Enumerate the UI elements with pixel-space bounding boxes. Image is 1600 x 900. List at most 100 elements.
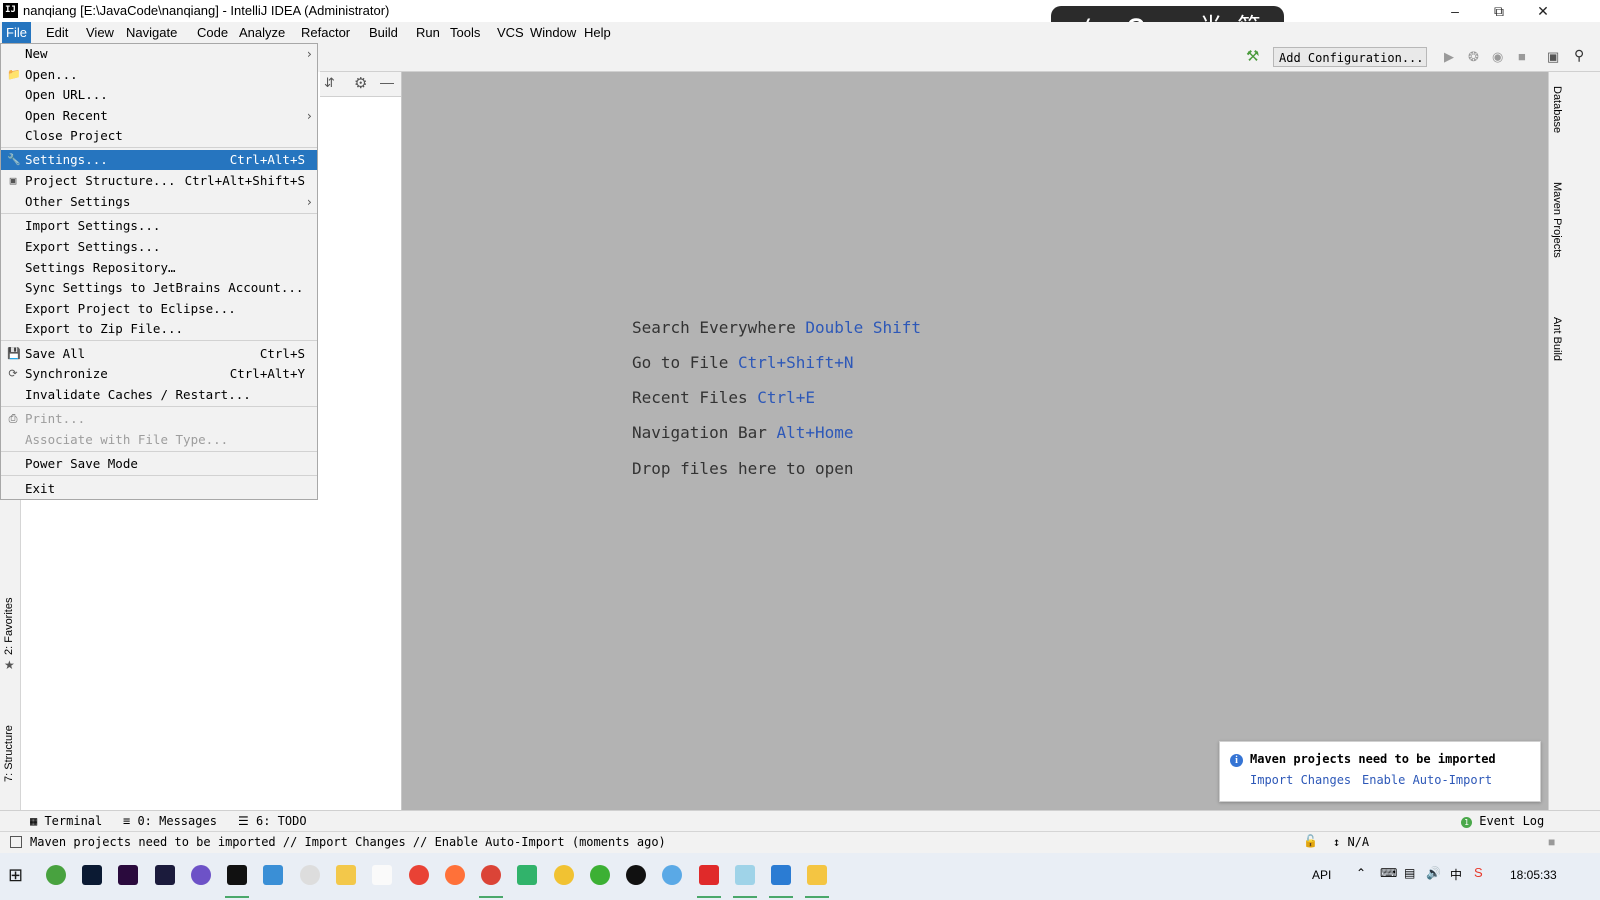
volume-icon[interactable]: 🔊	[1426, 866, 1441, 880]
file-menu-item-save-all[interactable]: 💾 Save All Ctrl+S	[1, 344, 317, 364]
file-menu-item-export-settings[interactable]: Export Settings...	[1, 237, 317, 257]
typora-icon[interactable]	[372, 865, 392, 885]
gear-icon[interactable]: ⚙	[354, 74, 367, 92]
network-icon[interactable]: ▤	[1404, 866, 1415, 880]
app-icon-20[interactable]	[735, 865, 755, 885]
structure-tool-button[interactable]: 7: Structure	[3, 725, 15, 782]
menu-separator	[1, 147, 317, 148]
add-configuration-button[interactable]: Add Configuration...	[1273, 47, 1427, 67]
memory-indicator-icon[interactable]: ■	[1548, 835, 1555, 849]
premiere-icon[interactable]	[118, 865, 138, 885]
app-icon-7[interactable]	[263, 865, 283, 885]
file-menu-item-synchronize[interactable]: ⟳ Synchronize Ctrl+Alt+Y	[1, 364, 317, 384]
app-360-icon[interactable]	[46, 865, 66, 885]
app-icon-19[interactable]	[699, 865, 719, 885]
caret-position[interactable]: ↕ N/A	[1333, 835, 1369, 849]
file-menu-item-close-project[interactable]: Close Project	[1, 126, 317, 146]
file-menu-item-import-settings[interactable]: Import Settings...	[1, 216, 317, 236]
enable-auto-import-link[interactable]: Enable Auto-Import	[1362, 773, 1492, 787]
photoshop-icon[interactable]	[82, 865, 102, 885]
menu-file[interactable]: File	[2, 22, 31, 43]
file-menu-item-settings-repository[interactable]: Settings Repository…	[1, 258, 317, 278]
ant-build-tool-button[interactable]: Ant Build	[1551, 317, 1563, 361]
import-changes-link[interactable]: Import Changes	[1250, 773, 1351, 787]
menu-refactor[interactable]: Refactor	[297, 22, 354, 43]
menu-code[interactable]: Code	[193, 22, 232, 43]
app-icon-18[interactable]	[662, 865, 682, 885]
coverage-icon[interactable]: ◉	[1492, 49, 1503, 65]
event-log-button[interactable]: 1 Event Log	[1461, 814, 1544, 828]
menu-item-label: Open...	[25, 67, 78, 82]
menu-edit[interactable]: Edit	[42, 22, 72, 43]
intellij-taskbar-icon[interactable]	[227, 865, 247, 885]
menu-help[interactable]: Help	[580, 22, 615, 43]
debug-icon[interactable]: ❂	[1468, 49, 1479, 65]
app-icon-15[interactable]	[554, 865, 574, 885]
menu-build[interactable]: Build	[365, 22, 402, 43]
build-hammer-icon[interactable]: ⚒	[1246, 47, 1259, 65]
stop-icon[interactable]: ■	[1518, 49, 1526, 64]
firefox-icon[interactable]	[445, 865, 465, 885]
main-toolbar: ⚒ Add Configuration... ▶ ❂ ◉ ■ ▣ ⚲	[320, 43, 1600, 72]
menu-vcs[interactable]: VCS	[493, 22, 528, 43]
close-window-button[interactable]: ✕	[1520, 0, 1566, 22]
word-icon[interactable]	[771, 865, 791, 885]
wechat-icon[interactable]	[590, 865, 610, 885]
file-menu-item-sync-settings-to-jetbrains-account[interactable]: Sync Settings to JetBrains Account...	[1, 278, 317, 298]
keyboard-icon[interactable]: ⌨	[1380, 866, 1397, 880]
file-menu-item-open-recent[interactable]: Open Recent ›	[1, 106, 317, 126]
sogou-tray-icon[interactable]: S	[1474, 865, 1483, 880]
menu-view[interactable]: View	[82, 22, 118, 43]
menu-run[interactable]: Run	[412, 22, 444, 43]
file-menu-item-exit[interactable]: Exit	[1, 479, 317, 499]
app-icon-8[interactable]	[300, 865, 320, 885]
file-menu-item-export-to-zip-file[interactable]: Export to Zip File...	[1, 319, 317, 339]
after-effects-icon[interactable]	[155, 865, 175, 885]
search-icon[interactable]: ⚲	[1574, 47, 1584, 64]
status-toggle-icon[interactable]	[10, 836, 22, 848]
media-player-icon[interactable]	[517, 865, 537, 885]
status-message[interactable]: Maven projects need to be imported // Im…	[30, 835, 666, 849]
todo-tool-button[interactable]: ☰ 6: TODO	[238, 814, 307, 828]
status-bar: Maven projects need to be imported // Im…	[0, 831, 1600, 854]
menu-analyze[interactable]: Analyze	[235, 22, 289, 43]
lock-icon[interactable]: 🔓	[1303, 834, 1318, 848]
menu-item-label: Export Settings...	[25, 239, 161, 254]
maven-projects-tool-button[interactable]: Maven Projects	[1551, 182, 1563, 258]
file-menu-item-power-save-mode[interactable]: Power Save Mode	[1, 454, 317, 474]
project-structure-toolbar-icon[interactable]: ▣	[1547, 49, 1559, 65]
menu-tools[interactable]: Tools	[446, 22, 484, 43]
clock[interactable]: 18:05:33	[1510, 868, 1557, 882]
hide-panel-icon[interactable]: —	[380, 74, 394, 90]
ime-tray-icon[interactable]: 中	[1450, 866, 1462, 883]
terminal-tool-button[interactable]: ▦ Terminal	[30, 814, 102, 828]
restore-button[interactable]: ⧉	[1476, 0, 1522, 22]
collapse-all-icon[interactable]: ⇵	[324, 75, 335, 91]
minimize-button[interactable]: –	[1432, 0, 1478, 22]
visual-studio-icon[interactable]	[191, 865, 211, 885]
file-menu-item-invalidate-caches-restart[interactable]: Invalidate Caches / Restart...	[1, 385, 317, 405]
tray-expand-icon[interactable]: ⌃	[1356, 866, 1366, 880]
file-menu-item-project-structure[interactable]: ▣ Project Structure... Ctrl+Alt+Shift+S	[1, 171, 317, 191]
database-tool-button[interactable]: Database	[1551, 86, 1563, 133]
editor-area[interactable]: Search Everywhere Double Shift Go to Fil…	[402, 72, 1548, 810]
windows-start-icon[interactable]: ⊞	[8, 865, 23, 886]
bottom-tool-stripe: ▦ Terminal ≡ 0: Messages ☰ 6: TODO 1 Eve…	[0, 810, 1600, 831]
file-menu-item-settings[interactable]: 🔧 Settings... Ctrl+Alt+S	[1, 150, 317, 170]
tray-language[interactable]: API	[1312, 868, 1331, 882]
file-menu-item-open-url[interactable]: Open URL...	[1, 85, 317, 105]
messages-tool-button[interactable]: ≡ 0: Messages	[123, 814, 217, 828]
file-explorer-icon[interactable]	[807, 865, 827, 885]
file-menu-item-open[interactable]: 📁 Open...	[1, 65, 317, 85]
chrome-alt-icon[interactable]	[481, 865, 501, 885]
file-menu-item-other-settings[interactable]: Other Settings ›	[1, 192, 317, 212]
menu-window[interactable]: Window	[526, 22, 580, 43]
file-menu-item-export-project-to-eclipse[interactable]: Export Project to Eclipse...	[1, 299, 317, 319]
run-icon[interactable]: ▶	[1444, 49, 1454, 65]
file-menu-item-new[interactable]: New ›	[1, 44, 317, 64]
menu-navigate[interactable]: Navigate	[122, 22, 181, 43]
chrome-icon[interactable]	[409, 865, 429, 885]
favorites-tool-button[interactable]: 2: Favorites	[3, 598, 15, 655]
notepad-icon[interactable]	[336, 865, 356, 885]
qq-icon[interactable]	[626, 865, 646, 885]
